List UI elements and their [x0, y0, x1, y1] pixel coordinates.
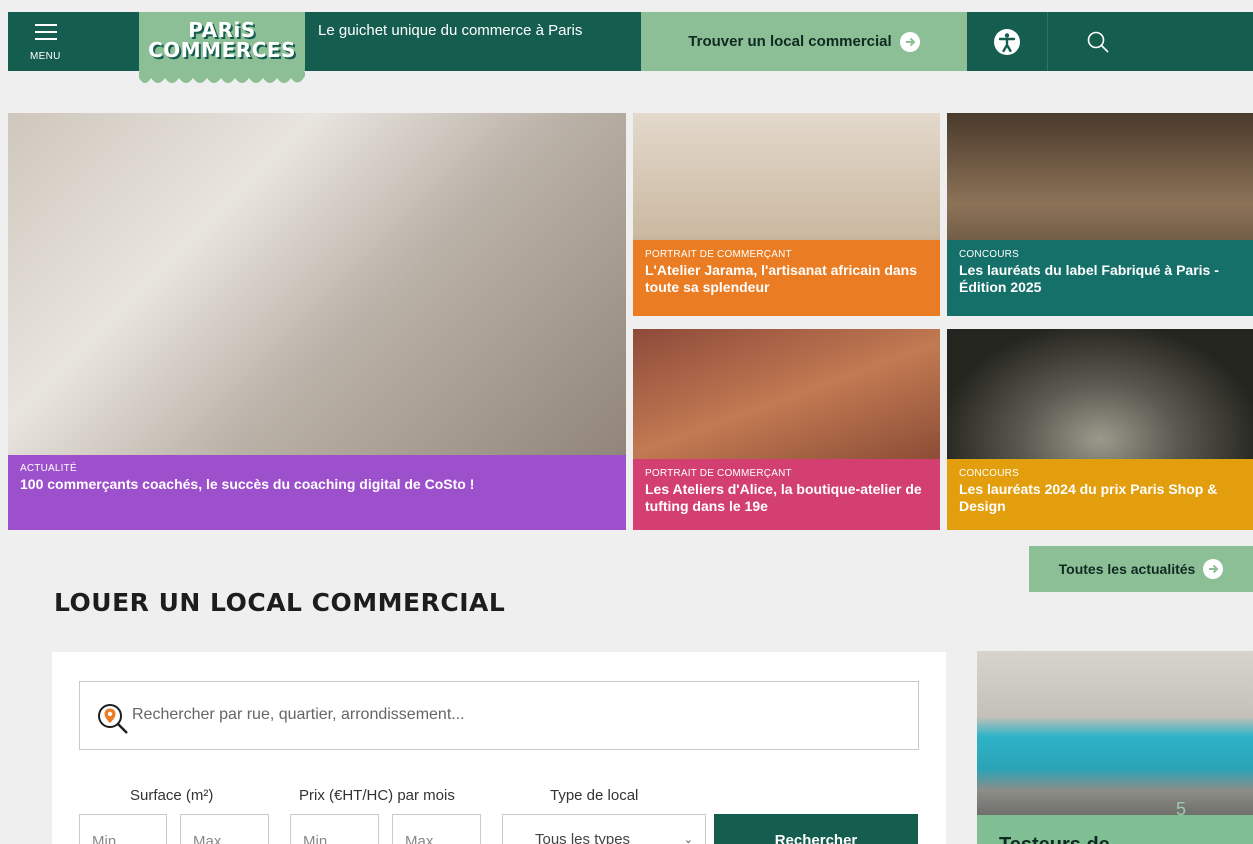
side-promo-card[interactable]: 5 Testeurs de: [977, 651, 1253, 844]
news-category: CONCOURS: [959, 249, 1019, 260]
shopfront-image: [977, 651, 1253, 815]
address-search-input[interactable]: Rechercher par rue, quartier, arrondisse…: [79, 681, 919, 750]
site-header: MENU PARiS COMMERCES Le guichet unique d…: [8, 12, 1253, 83]
news-category: CONCOURS: [959, 468, 1019, 479]
all-news-label: Toutes les actualités: [1058, 561, 1196, 577]
news-category: PORTRAIT DE COMMERÇANT: [645, 249, 792, 260]
slide-number: 5: [1176, 799, 1187, 819]
accessibility-icon: [994, 28, 1020, 55]
news-caption: PORTRAIT DE COMMERÇANT L'Atelier Jarama,…: [633, 240, 940, 316]
news-category: ACTUALITÉ: [20, 463, 77, 474]
address-search-placeholder: Rechercher par rue, quartier, arrondisse…: [132, 706, 465, 723]
news-title[interactable]: Les lauréats 2024 du prix Paris Shop & D…: [959, 481, 1241, 515]
news-caption: CONCOURS Les lauréats 2024 du prix Paris…: [947, 459, 1253, 530]
section-title: LOUER UN LOCAL COMMERCIAL: [54, 588, 506, 617]
accessibility-button[interactable]: [967, 12, 1047, 71]
search-icon: [1087, 31, 1109, 53]
news-category: PORTRAIT DE COMMERÇANT: [645, 468, 792, 479]
site-tagline: Le guichet unique du commerce à Paris: [318, 22, 583, 39]
find-local-label: Trouver un local commercial: [688, 33, 892, 50]
surface-min-input[interactable]: Min: [79, 814, 167, 844]
price-min-input[interactable]: Min: [290, 814, 379, 844]
chevron-down-icon: ⌄: [683, 834, 693, 844]
news-caption: CONCOURS Les lauréats du label Fabriqué …: [947, 240, 1253, 316]
arrow-right-icon: [899, 31, 920, 52]
arrow-right-icon: [1203, 559, 1224, 579]
news-card[interactable]: PORTRAIT DE COMMERÇANT L'Atelier Jarama,…: [633, 113, 940, 316]
local-type-value: Tous les types: [535, 831, 631, 844]
local-type-select[interactable]: Tous les types ⌄: [502, 814, 706, 844]
all-news-button[interactable]: Toutes les actualités: [1029, 546, 1253, 592]
news-card[interactable]: CONCOURS Les lauréats 2024 du prix Paris…: [947, 329, 1253, 530]
surface-max-input[interactable]: Max: [180, 814, 269, 844]
site-logo[interactable]: PARiS COMMERCES: [139, 12, 305, 75]
logo-text: PARiS COMMERCES: [148, 18, 296, 62]
local-search-panel: Rechercher par rue, quartier, arrondisse…: [52, 652, 946, 844]
menu-label: MENU: [30, 51, 61, 62]
news-caption: ACTUALITÉ 100 commerçants coachés, le su…: [8, 455, 626, 530]
type-label: Type de local: [550, 787, 639, 804]
news-title[interactable]: 100 commerçants coachés, le succès du co…: [20, 476, 614, 493]
search-button[interactable]: [1048, 12, 1148, 71]
news-title[interactable]: Les lauréats du label Fabriqué à Paris -…: [959, 262, 1241, 296]
logo-scallop-decoration: [139, 72, 305, 83]
news-card[interactable]: CONCOURS Les lauréats du label Fabriqué …: [947, 113, 1253, 316]
side-card-title: Testeurs de: [999, 834, 1110, 844]
hamburger-icon: [35, 24, 57, 45]
location-search-icon: [98, 704, 128, 734]
surface-label: Surface (m²): [130, 787, 214, 804]
price-max-input[interactable]: Max: [392, 814, 481, 844]
news-card-main[interactable]: ACTUALITÉ 100 commerçants coachés, le su…: [8, 113, 626, 530]
news-title[interactable]: L'Atelier Jarama, l'artisanat africain d…: [645, 262, 928, 296]
news-caption: PORTRAIT DE COMMERÇANT Les Ateliers d'Al…: [633, 459, 940, 530]
find-local-button[interactable]: Trouver un local commercial: [641, 12, 967, 71]
price-label: Prix (€HT/HC) par mois: [299, 787, 455, 804]
menu-button[interactable]: MENU: [8, 12, 78, 71]
news-card[interactable]: PORTRAIT DE COMMERÇANT Les Ateliers d'Al…: [633, 329, 940, 530]
search-submit-button[interactable]: Rechercher: [714, 814, 918, 844]
news-title[interactable]: Les Ateliers d'Alice, la boutique-atelie…: [645, 481, 928, 515]
